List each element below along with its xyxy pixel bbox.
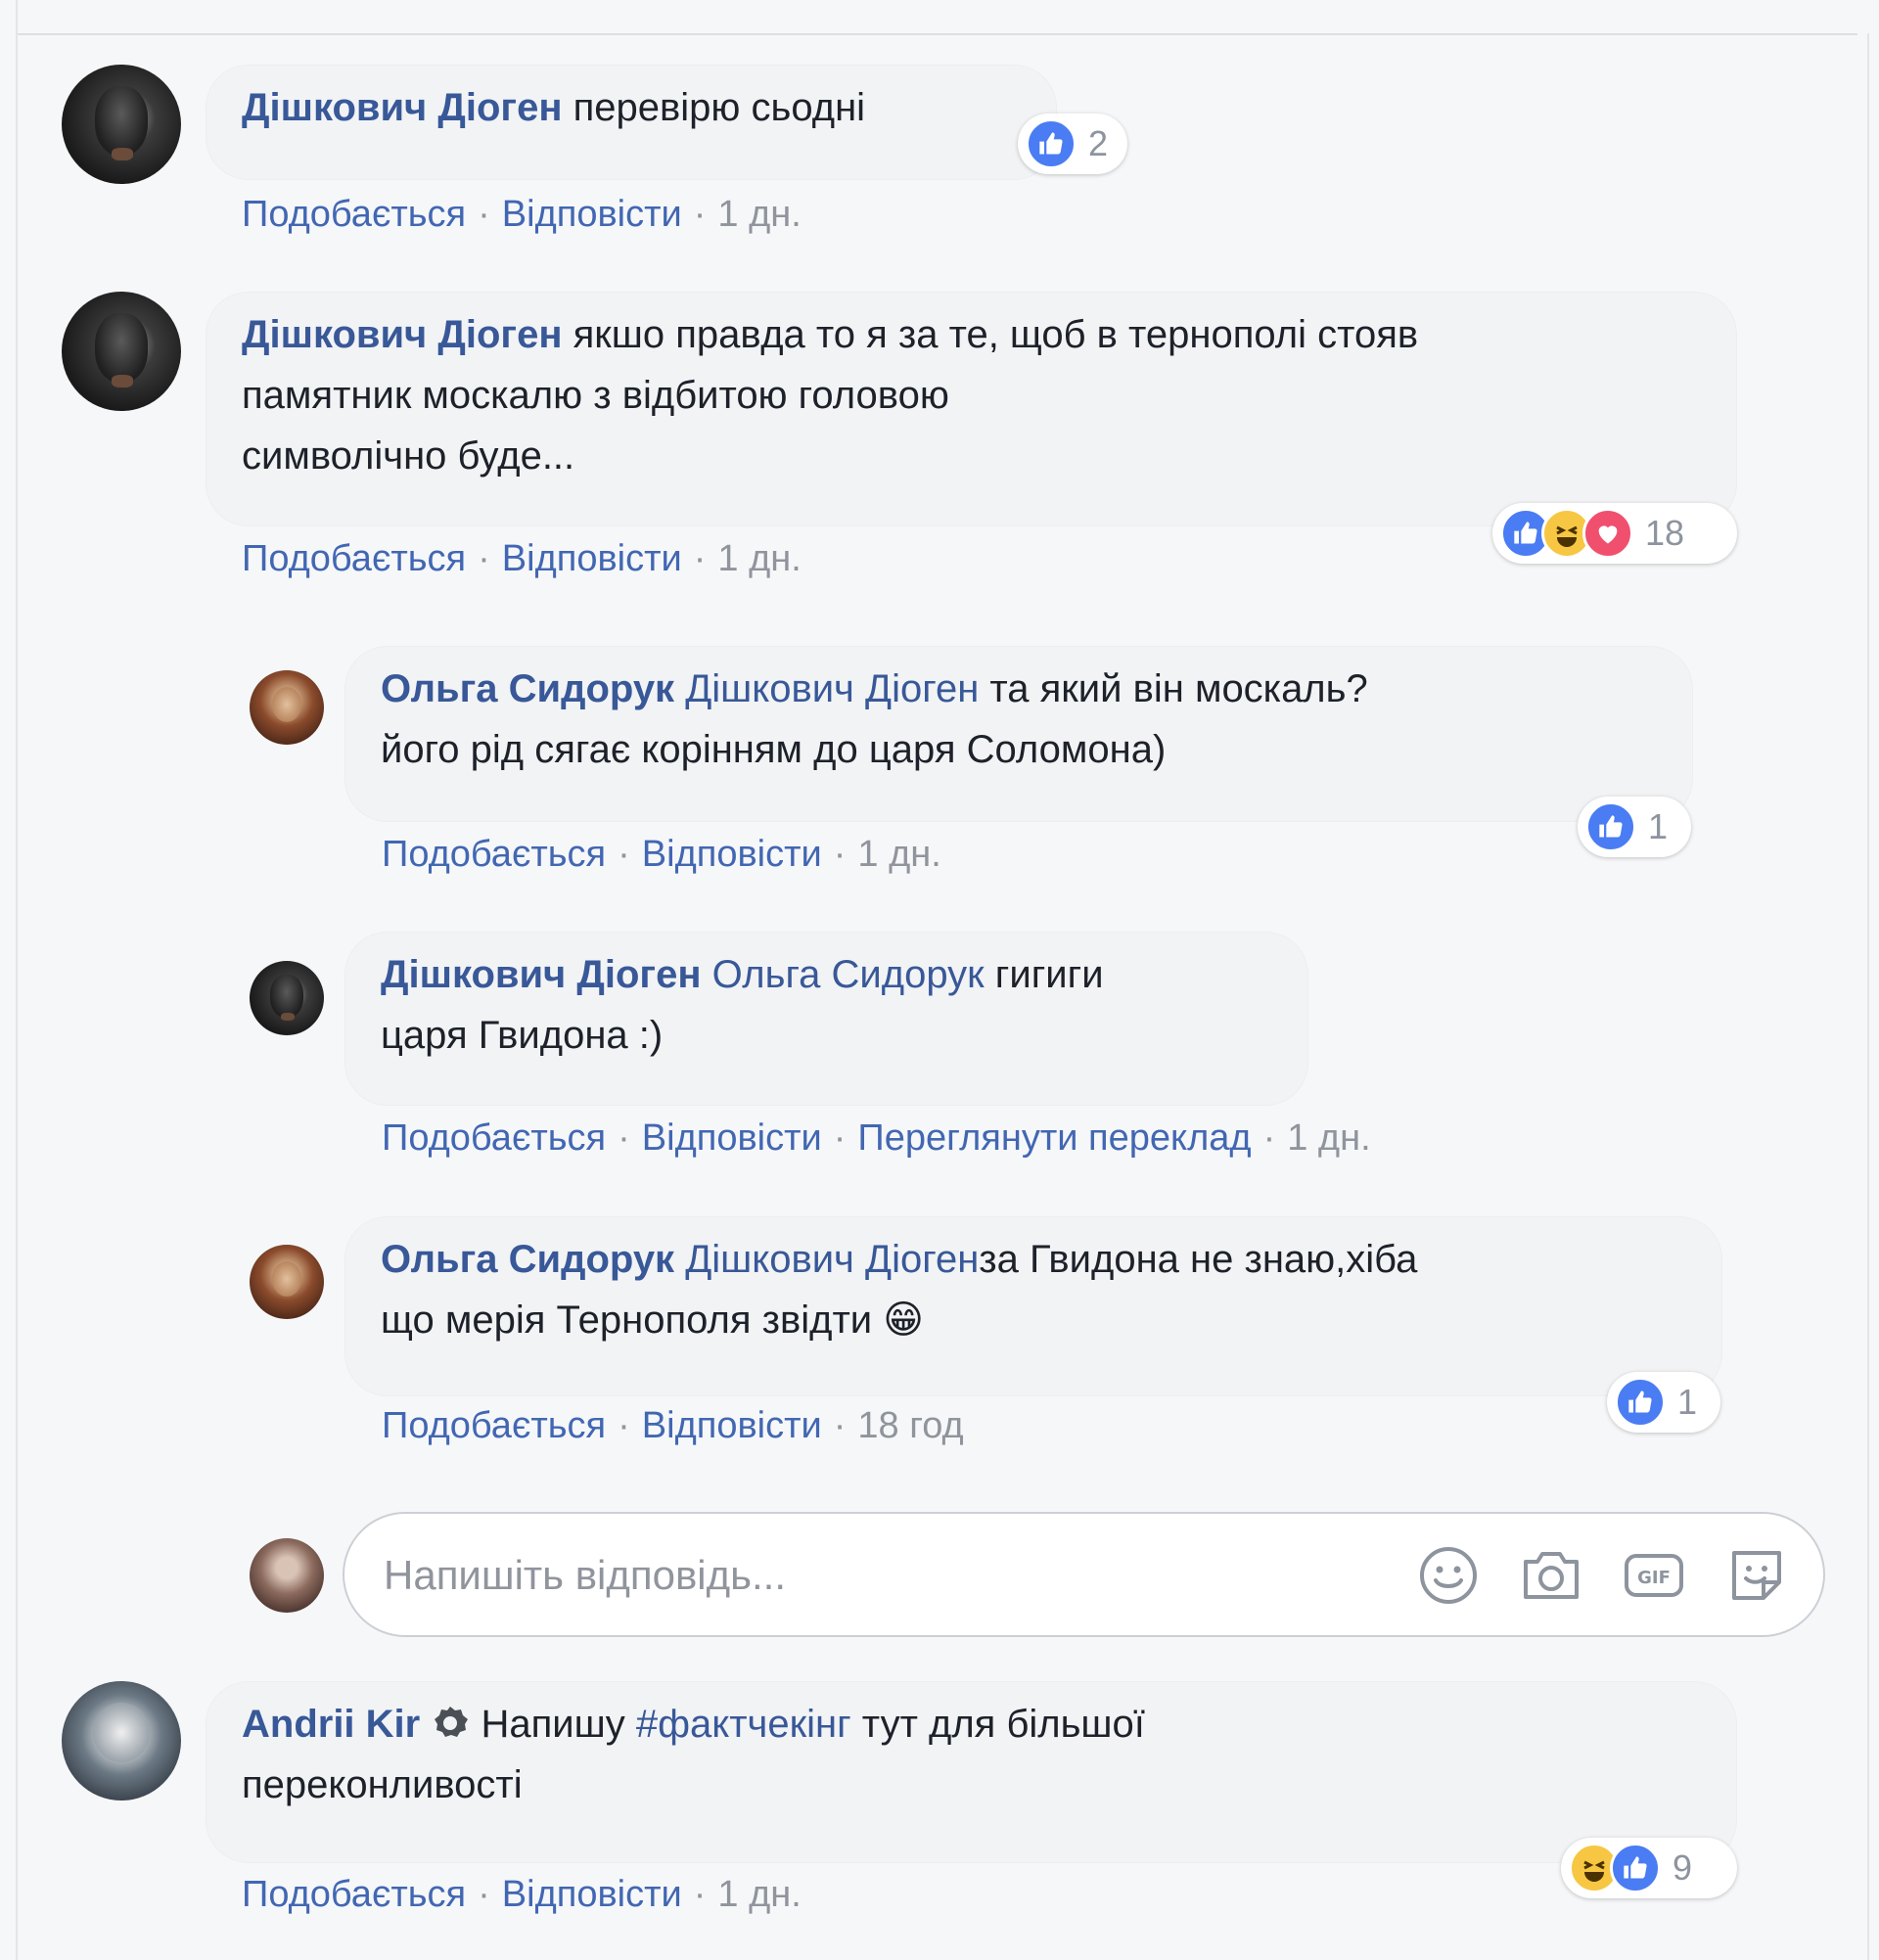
reaction-count: 9 — [1673, 1847, 1693, 1888]
comment-text: гигиги — [994, 953, 1104, 996]
comment-bubble: Дішкович Діоген якшо правда то я за те, … — [206, 292, 1737, 526]
comment-text: тут для більшої — [861, 1703, 1145, 1746]
like-link[interactable]: Подобається — [242, 1874, 466, 1915]
like-reaction-icon — [1026, 118, 1077, 169]
comment-author[interactable]: Дішкович Діоген — [381, 953, 702, 996]
mention-link[interactable]: Дішкович Діоген — [685, 667, 979, 710]
like-reaction-icon — [1615, 1377, 1666, 1428]
comment-author[interactable]: Дішкович Діоген — [242, 313, 563, 356]
comment-text: що мерія Тернополя звідти — [381, 1299, 873, 1342]
love-reaction-icon — [1582, 508, 1633, 559]
comment-author[interactable]: Ольга Сидорук — [381, 1238, 674, 1281]
reply-link[interactable]: Відповісти — [502, 1874, 682, 1915]
current-user-avatar — [250, 1538, 324, 1613]
timestamp[interactable]: 1 дн. — [717, 1874, 801, 1915]
hashtag-link[interactable]: #фактчекінг — [636, 1703, 851, 1746]
comment-text: царя Гвидона :) — [381, 1014, 664, 1057]
like-reaction-icon — [1585, 801, 1636, 852]
reaction-count: 2 — [1088, 123, 1109, 163]
top-divider — [18, 33, 1857, 35]
comment-actions: Подобається · Відповісти · 1 дн. — [382, 834, 941, 875]
timestamp[interactable]: 1 дн. — [717, 194, 801, 235]
grinning-emoji-icon: 😁 — [883, 1299, 924, 1342]
emoji-icon[interactable] — [1416, 1543, 1481, 1608]
timestamp[interactable]: 1 дн. — [857, 834, 940, 875]
comment-text: його рід сягає корінням до царя Соломона… — [381, 728, 1167, 771]
reply-input[interactable] — [382, 1543, 1364, 1608]
comment-bubble: Дішкович Діоген перевірю сьодні — [206, 65, 1057, 180]
like-link[interactable]: Подобається — [382, 1405, 606, 1446]
badge-icon — [431, 1703, 470, 1746]
comment-text: якшо правда то я за те, щоб в тернополі … — [573, 313, 1419, 356]
avatar[interactable] — [62, 65, 181, 184]
comment-bubble: Ольга Сидорук Дішкович Діоген та який ві… — [344, 646, 1693, 822]
reply-link[interactable]: Відповісти — [642, 834, 822, 875]
like-link[interactable]: Подобається — [382, 1117, 606, 1159]
reply-link[interactable]: Відповісти — [502, 194, 682, 235]
reply-link[interactable]: Відповісти — [502, 538, 682, 579]
comment-author[interactable]: Дішкович Діоген — [242, 86, 563, 129]
like-link[interactable]: Подобається — [242, 538, 466, 579]
timestamp[interactable]: 1 дн. — [717, 538, 801, 579]
comment-text: та який він москаль? — [989, 667, 1368, 710]
reaction-count: 18 — [1645, 513, 1685, 553]
see-translation-link[interactable]: Переглянути переклад — [857, 1117, 1251, 1159]
avatar[interactable] — [62, 292, 181, 411]
avatar[interactable] — [250, 1245, 324, 1319]
avatar[interactable] — [62, 1681, 181, 1800]
gif-icon[interactable]: GIF — [1622, 1543, 1686, 1608]
timestamp[interactable]: 1 дн. — [1287, 1117, 1370, 1159]
reply-link[interactable]: Відповісти — [642, 1117, 822, 1159]
left-border — [16, 0, 18, 1960]
reactions-summary[interactable]: 9 — [1561, 1838, 1737, 1898]
like-reaction-icon — [1610, 1843, 1661, 1893]
comment-actions: Подобається · Відповісти · 1 дн. — [242, 538, 802, 579]
comment-bubble: Andrii Kir Напишу #фактчекінг тут для бі… — [206, 1681, 1737, 1863]
comment-actions: Подобається · Відповісти · 1 дн. — [242, 1874, 802, 1915]
avatar[interactable] — [250, 961, 324, 1035]
reactions-summary[interactable]: 1 — [1578, 797, 1691, 857]
reactions-summary[interactable]: 1 — [1607, 1372, 1720, 1433]
timestamp[interactable]: 18 год — [857, 1405, 963, 1446]
comment-text: перевірю сьодні — [573, 86, 866, 129]
right-border — [1867, 33, 1869, 1960]
svg-text:GIF: GIF — [1637, 1568, 1671, 1588]
sticker-icon[interactable] — [1724, 1543, 1789, 1608]
reaction-count: 1 — [1648, 806, 1669, 846]
comment-text: переконливості — [242, 1763, 523, 1806]
avatar[interactable] — [250, 670, 324, 745]
camera-icon[interactable] — [1519, 1543, 1583, 1608]
like-link[interactable]: Подобається — [242, 194, 466, 235]
comment-actions: Подобається · Відповісти · 1 дн. — [242, 194, 802, 235]
comment-author[interactable]: Andrii Kir — [242, 1703, 420, 1746]
comment-bubble: Ольга Сидорук Дішкович Діогенза Гвидона … — [344, 1216, 1722, 1396]
comment-text: символічно буде... — [242, 434, 575, 478]
comment-bubble: Дішкович Діоген Ольга Сидорук гигиги цар… — [344, 932, 1308, 1106]
comment-text: Напишу — [481, 1703, 625, 1746]
reactions-summary[interactable]: 2 — [1018, 114, 1127, 174]
comment-author[interactable]: Ольга Сидорук — [381, 667, 674, 710]
like-link[interactable]: Подобається — [382, 834, 606, 875]
reactions-summary[interactable]: 18 — [1492, 503, 1737, 564]
reply-composer: GIF — [343, 1512, 1825, 1637]
mention-link[interactable]: Дішкович Діоген — [685, 1238, 979, 1281]
comment-actions: Подобається · Відповісти · 18 год — [382, 1405, 964, 1446]
comment-text: за Гвидона не знаю,хіба — [979, 1238, 1418, 1281]
reaction-count: 1 — [1677, 1382, 1698, 1422]
comment-text: памятник москалю з відбитою головою — [242, 374, 949, 417]
mention-link[interactable]: Ольга Сидорук — [712, 953, 985, 996]
reply-link[interactable]: Відповісти — [642, 1405, 822, 1446]
comment-actions: Подобається · Відповісти · Переглянути перек… — [382, 1117, 1371, 1159]
